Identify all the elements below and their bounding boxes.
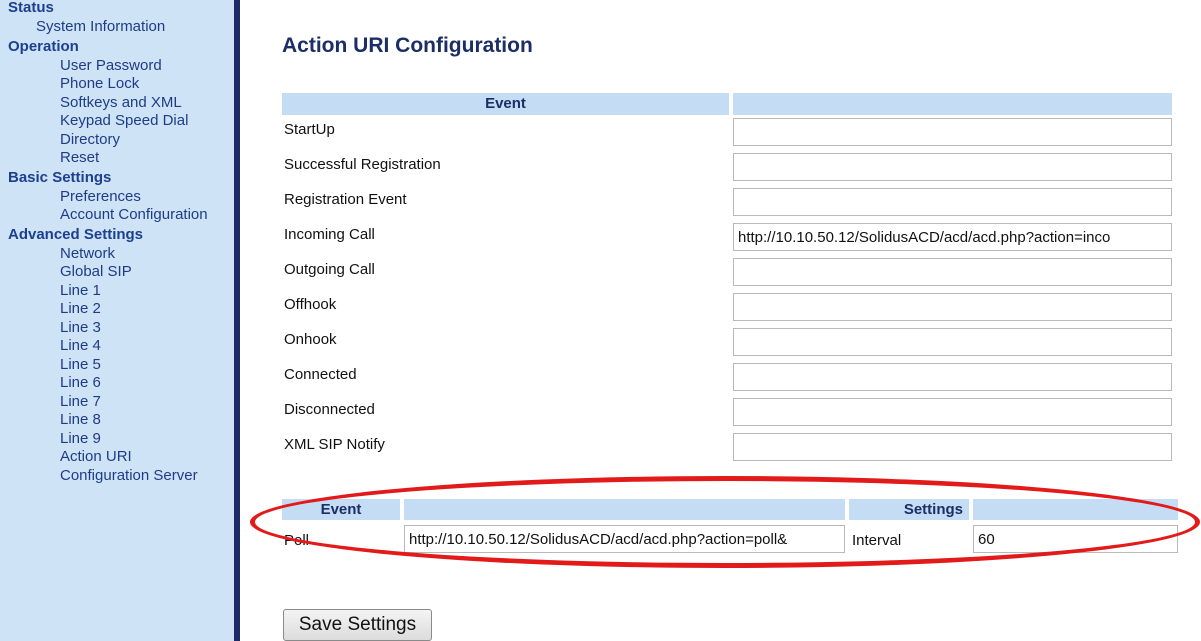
highlight-ellipse-annotation: [250, 476, 1200, 568]
nav-item-line-1[interactable]: Line 1: [0, 282, 234, 301]
nav-item-system-information[interactable]: System Information: [0, 18, 234, 37]
registration-event-uri-input[interactable]: [733, 188, 1172, 216]
nav-item-line-8[interactable]: Line 8: [0, 411, 234, 430]
nav-item-line-5[interactable]: Line 5: [0, 356, 234, 375]
nav-item-preferences[interactable]: Preferences: [0, 188, 234, 207]
save-settings-button[interactable]: Save Settings: [283, 609, 432, 641]
connected-uri-input[interactable]: [733, 363, 1172, 391]
nav-section-operation[interactable]: Operation: [0, 37, 234, 57]
sidebar-nav: Status System Information Operation User…: [0, 0, 240, 641]
nav-item-line-4[interactable]: Line 4: [0, 337, 234, 356]
nav-item-line-7[interactable]: Line 7: [0, 393, 234, 412]
nav-item-directory[interactable]: Directory: [0, 131, 234, 150]
interval-label: Interval: [852, 532, 902, 549]
nav-item-configuration-server[interactable]: Configuration Server: [0, 467, 234, 486]
settings-column-header: Settings: [849, 499, 969, 520]
nav-item-keypad-speed-dial[interactable]: Keypad Speed Dial: [0, 112, 234, 131]
event-row-onhook: Onhook: [282, 325, 1172, 360]
event-label-connected: Connected: [284, 366, 357, 383]
page-title: Action URI Configuration: [282, 34, 533, 57]
event-label-onhook: Onhook: [284, 331, 337, 348]
nav-item-global-sip[interactable]: Global SIP: [0, 263, 234, 282]
event-row-disconnected: Disconnected: [282, 395, 1172, 430]
disconnected-uri-input[interactable]: [733, 398, 1172, 426]
event-label-successful-registration: Successful Registration: [284, 156, 441, 173]
nav-item-line-3[interactable]: Line 3: [0, 319, 234, 338]
event-label-outgoing-call: Outgoing Call: [284, 261, 375, 278]
nav-item-reset[interactable]: Reset: [0, 149, 234, 168]
nav-item-phone-lock[interactable]: Phone Lock: [0, 75, 234, 94]
event-table-header: Event: [282, 93, 1172, 115]
event-column-header: Event: [282, 93, 729, 115]
event-table: Event StartUp Successful Registration Re…: [282, 93, 1172, 465]
nav-item-account-configuration[interactable]: Account Configuration: [0, 206, 234, 225]
event-row-registration-event: Registration Event: [282, 185, 1172, 220]
xml-sip-notify-uri-input[interactable]: [733, 433, 1172, 461]
nav-item-line-2[interactable]: Line 2: [0, 300, 234, 319]
nav-section-basic-settings[interactable]: Basic Settings: [0, 168, 234, 188]
nav-section-advanced-settings[interactable]: Advanced Settings: [0, 225, 234, 245]
interval-input[interactable]: [973, 525, 1178, 553]
event-label-incoming-call: Incoming Call: [284, 226, 375, 243]
poll-uri-input[interactable]: [404, 525, 845, 553]
event-label-registration-event: Registration Event: [284, 191, 407, 208]
value-column-header: [733, 93, 1172, 115]
event-row-startup: StartUp: [282, 115, 1172, 150]
event-label-disconnected: Disconnected: [284, 401, 375, 418]
poll-table-header: Event Settings: [282, 499, 1178, 520]
nav-item-line-6[interactable]: Line 6: [0, 374, 234, 393]
outgoing-call-uri-input[interactable]: [733, 258, 1172, 286]
nav-item-network[interactable]: Network: [0, 245, 234, 264]
event-row-offhook: Offhook: [282, 290, 1172, 325]
event-row-connected: Connected: [282, 360, 1172, 395]
nav-section-status[interactable]: Status: [0, 0, 234, 18]
event-row-successful-registration: Successful Registration: [282, 150, 1172, 185]
event-row-incoming-call: Incoming Call: [282, 220, 1172, 255]
poll-label: Poll: [284, 532, 310, 549]
poll-table: Event Settings Poll Interval: [282, 499, 1178, 553]
nav-item-line-9[interactable]: Line 9: [0, 430, 234, 449]
offhook-uri-input[interactable]: [733, 293, 1172, 321]
nav-item-user-password[interactable]: User Password: [0, 57, 234, 76]
poll-uri-column-header: [404, 499, 845, 520]
event-label-offhook: Offhook: [284, 296, 337, 313]
successful-registration-uri-input[interactable]: [733, 153, 1172, 181]
nav-item-action-uri[interactable]: Action URI: [0, 448, 234, 467]
poll-event-column-header: Event: [282, 499, 400, 520]
event-label-startup: StartUp: [284, 121, 335, 138]
nav-item-softkeys-and-xml[interactable]: Softkeys and XML: [0, 94, 234, 113]
event-row-xml-sip-notify: XML SIP Notify: [282, 430, 1172, 465]
startup-uri-input[interactable]: [733, 118, 1172, 146]
onhook-uri-input[interactable]: [733, 328, 1172, 356]
incoming-call-uri-input[interactable]: [733, 223, 1172, 251]
event-row-outgoing-call: Outgoing Call: [282, 255, 1172, 290]
event-label-xml-sip-notify: XML SIP Notify: [284, 436, 385, 453]
interval-value-column-header: [973, 499, 1178, 520]
